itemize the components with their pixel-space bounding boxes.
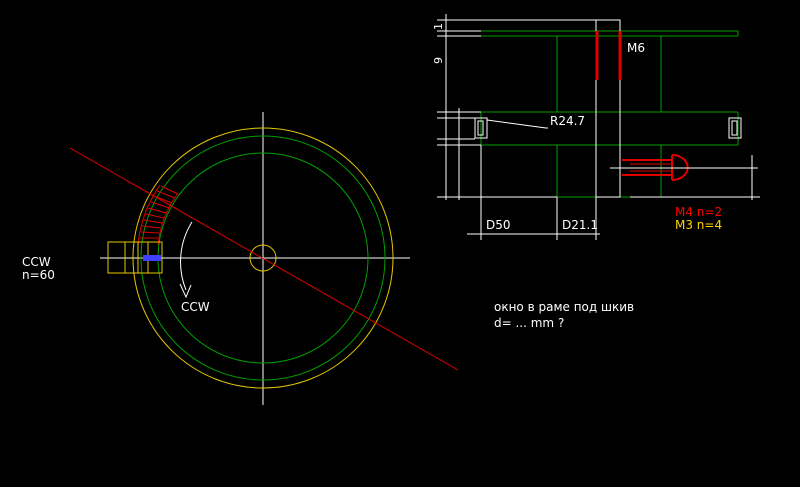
center-shaft	[595, 19, 621, 198]
dim-d21-label: D21.1	[562, 218, 598, 232]
motor-direction-label: CCW	[22, 255, 51, 269]
note-line-2: d= ... mm ?	[494, 316, 564, 330]
dimension-lines-left	[437, 14, 596, 200]
bearing-right	[728, 117, 742, 139]
motor-shaft	[143, 255, 161, 261]
cad-drawing: CCW n=60 CCW 1 9 M6 R24.7 D50 D21.1 M4 n…	[22, 14, 760, 405]
thread-label: M6	[627, 41, 645, 55]
radius-leader	[486, 119, 547, 129]
screws-m4-label: M4 n=2	[675, 205, 722, 219]
dim-hub-label: 9	[432, 57, 445, 64]
rotation-arrowhead	[179, 283, 192, 299]
screws-m3-label: M3 n=4	[675, 218, 722, 232]
belt-hatch	[137, 184, 179, 246]
pulley-front-view	[69, 112, 459, 405]
motor-teeth-label: n=60	[22, 268, 55, 282]
section-cut-line	[69, 147, 459, 371]
rotation-arc	[180, 221, 193, 291]
dim-top-label: 1	[432, 23, 445, 30]
rotation-direction-label: CCW	[181, 300, 210, 314]
note-line-1: окно в раме под шкив	[494, 300, 634, 314]
dim-d50-label: D50	[486, 218, 511, 232]
radius-label: R24.7	[550, 114, 585, 128]
